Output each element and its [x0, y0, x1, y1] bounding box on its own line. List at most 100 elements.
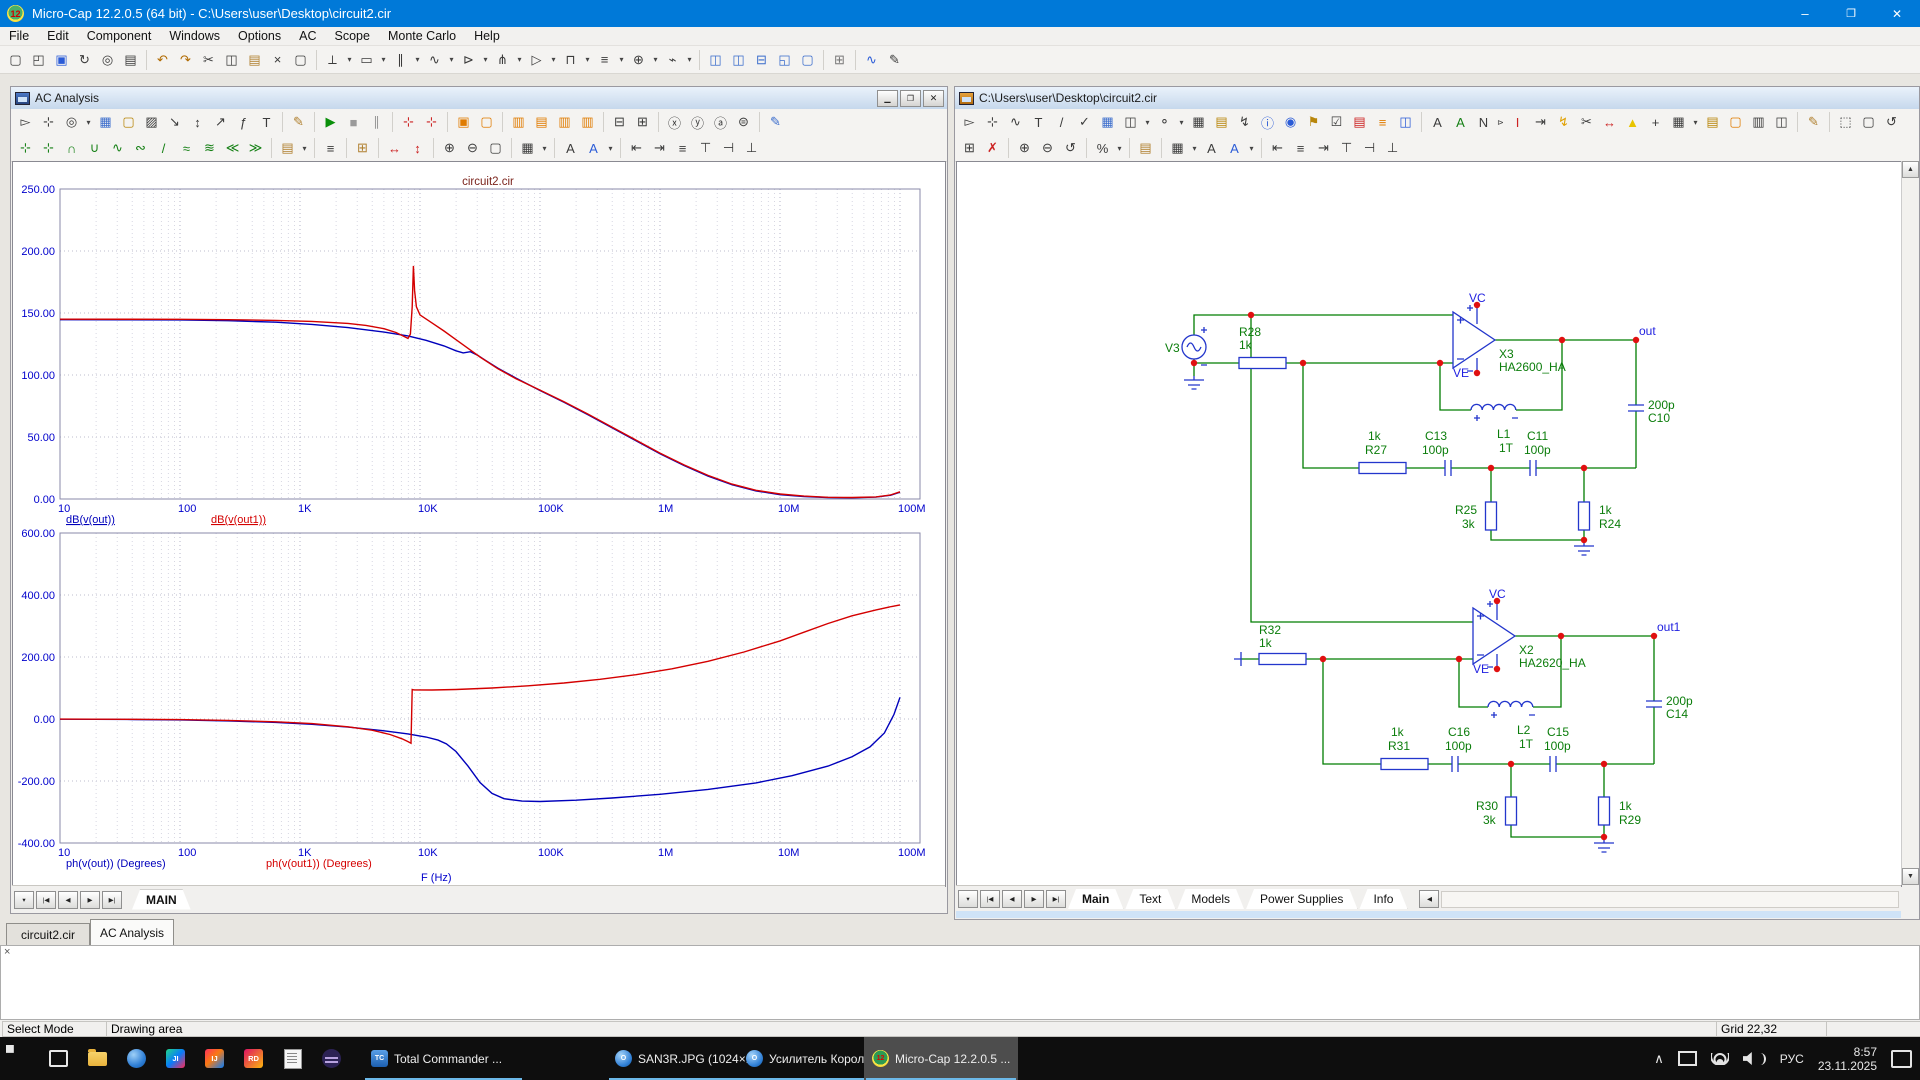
- inductor-l1[interactable]: [1471, 404, 1516, 410]
- switch-dropdown[interactable]: ▾: [684, 49, 695, 70]
- align-right-icon[interactable]: ⇥: [1312, 138, 1335, 159]
- ground-icon[interactable]: ⟂: [321, 49, 344, 70]
- opamp-icon[interactable]: ▷: [525, 49, 548, 70]
- inflection-icon[interactable]: /: [152, 138, 175, 159]
- open-file-icon[interactable]: ◰: [27, 49, 50, 70]
- global-high-icon[interactable]: ≈: [175, 138, 198, 159]
- cursor-right-icon[interactable]: ⊹: [37, 138, 60, 159]
- checkbox-icon[interactable]: ☑: [1325, 112, 1348, 133]
- graph-paper-icon[interactable]: ▨: [140, 112, 163, 133]
- analysis-plot-icon[interactable]: ∿: [860, 49, 883, 70]
- font-icon[interactable]: A: [1200, 138, 1223, 159]
- tile-horizontal-icon[interactable]: ⊟: [750, 49, 773, 70]
- first-page-button[interactable]: |◀: [36, 891, 56, 909]
- point-tag-icon[interactable]: ↗: [209, 112, 232, 133]
- diagonal-wire-icon[interactable]: /: [1050, 112, 1073, 133]
- intellij-idea-icon[interactable]: IJ: [195, 1037, 234, 1080]
- state-variables-icon[interactable]: ⊞: [351, 138, 374, 159]
- overlap-icon[interactable]: ◱: [773, 49, 796, 70]
- baseline-icon[interactable]: ▥: [576, 112, 599, 133]
- plot-area[interactable]: 250.00200.00150.00100.0050.000.00101001K…: [12, 161, 946, 887]
- save-icon[interactable]: ▣: [50, 49, 73, 70]
- scale-x-icon[interactable]: ↔: [383, 138, 406, 159]
- sine-source-icon[interactable]: ⊕: [627, 49, 650, 70]
- menu-item-options[interactable]: Options: [229, 29, 290, 43]
- align-top-icon[interactable]: ⊤: [1335, 138, 1358, 159]
- menu-item-scope[interactable]: Scope: [326, 29, 379, 43]
- copy-image-icon[interactable]: ▦: [94, 112, 117, 133]
- prev-page-button[interactable]: ◀: [1002, 890, 1022, 908]
- zoom-auto-icon[interactable]: ⓐ: [709, 112, 732, 133]
- last-page-button[interactable]: ▶|: [1046, 890, 1066, 908]
- battery-icon[interactable]: ≡: [593, 49, 616, 70]
- schematic-window-titlebar[interactable]: C:\Users\user\Desktop\circuit2.cir: [955, 87, 1919, 110]
- calculator-icon[interactable]: ⊞: [828, 49, 851, 70]
- resistor-r32[interactable]: [1259, 654, 1306, 665]
- undo-icon[interactable]: ↶: [151, 49, 174, 70]
- legend-ph(v(out)) (Degrees)[interactable]: ph(v(out)) (Degrees): [66, 858, 166, 870]
- font-color-dropdown[interactable]: ▾: [1246, 138, 1257, 159]
- text-panel[interactable]: ×: [0, 945, 1920, 1020]
- align-bottom-icon[interactable]: ⊥: [740, 138, 763, 159]
- title-block-icon[interactable]: ▢: [1724, 112, 1747, 133]
- capacitor-c13[interactable]: [1445, 460, 1451, 476]
- condition-display-icon[interactable]: ↯: [1552, 112, 1575, 133]
- pause-icon[interactable]: ∥: [365, 112, 388, 133]
- page-scroll-dropdown[interactable]: ▾: [958, 890, 978, 908]
- go-left-icon[interactable]: ≪: [221, 138, 244, 159]
- next-page-button[interactable]: ▶: [80, 891, 100, 909]
- tab-main[interactable]: Main: [1068, 889, 1123, 909]
- inductor-icon[interactable]: ∿: [423, 49, 446, 70]
- pick-icon[interactable]: ✓: [1073, 112, 1096, 133]
- edit-analysis-icon[interactable]: ✎: [883, 49, 906, 70]
- align-middle-icon[interactable]: ⊣: [717, 138, 740, 159]
- cursor-left-icon[interactable]: ⊹: [14, 138, 37, 159]
- horizontal-axis-grids-icon[interactable]: ▥: [507, 112, 530, 133]
- prev-page-button[interactable]: ◀: [58, 891, 78, 909]
- picture-icon[interactable]: ▦: [1096, 112, 1119, 133]
- language-indicator[interactable]: РУС: [1780, 1052, 1804, 1066]
- cross-area-icon[interactable]: ↔: [1598, 112, 1621, 133]
- scroll-down-button[interactable]: ▼: [1902, 868, 1919, 885]
- node-snap-dropdown[interactable]: ▾: [1176, 112, 1187, 133]
- curve-dB(v(out1))[interactable]: [60, 266, 900, 498]
- menu-item-windows[interactable]: Windows: [160, 29, 229, 43]
- menu-item-component[interactable]: Component: [78, 29, 161, 43]
- vertical-scrollbar[interactable]: ▲ ▼: [1901, 161, 1918, 885]
- link-icon[interactable]: ◫: [1770, 112, 1793, 133]
- resistor-r25[interactable]: [1486, 502, 1497, 530]
- edit-limits-icon[interactable]: ✎: [764, 112, 787, 133]
- opamp-dropdown[interactable]: ▾: [548, 49, 559, 70]
- zoom-in-icon[interactable]: ⊕: [438, 138, 461, 159]
- legend-dB(v(out))[interactable]: dB(v(out)): [66, 514, 115, 526]
- transistor-icon[interactable]: ⋔: [491, 49, 514, 70]
- curve-ph(v(out)) (Degrees)[interactable]: [60, 697, 900, 801]
- inductor-l2[interactable]: [1488, 701, 1533, 707]
- zoom-x-icon[interactable]: ⓧ: [663, 112, 686, 133]
- paste-page-icon[interactable]: ▤: [1134, 138, 1157, 159]
- properties-icon[interactable]: ✎: [287, 112, 310, 133]
- select-all-icon[interactable]: ▢: [289, 49, 312, 70]
- info-mode-icon[interactable]: ⓘ: [1256, 112, 1279, 133]
- zoom-out-icon[interactable]: ⊖: [1036, 138, 1059, 159]
- box-select-icon[interactable]: ⬚: [1834, 112, 1857, 133]
- menu-item-file[interactable]: File: [0, 29, 38, 43]
- horizontal-scrollbar[interactable]: [1441, 891, 1899, 908]
- view-mode-dropdown[interactable]: ▾: [1189, 138, 1200, 159]
- start-button[interactable]: [0, 1037, 39, 1080]
- zoom-percent-icon[interactable]: %: [1091, 138, 1114, 159]
- align-bottom-icon[interactable]: ⊥: [1381, 138, 1404, 159]
- text-mode-icon[interactable]: T: [255, 112, 278, 133]
- legend-ph(v(out1)) (Degrees)[interactable]: ph(v(out1)) (Degrees): [266, 858, 372, 870]
- peak-icon[interactable]: ∩: [60, 138, 83, 159]
- redo-icon[interactable]: ↷: [174, 49, 197, 70]
- select-mode-icon[interactable]: ▻: [958, 112, 981, 133]
- ac-minimize-button[interactable]: [877, 90, 898, 107]
- notifications-button[interactable]: [1891, 1050, 1912, 1068]
- resistor-dropdown[interactable]: ▾: [378, 49, 389, 70]
- resistor-r24[interactable]: [1579, 502, 1590, 530]
- bolt-icon[interactable]: ↯: [1233, 112, 1256, 133]
- wire-mode-icon[interactable]: ∿: [1004, 112, 1027, 133]
- zoom-in-icon[interactable]: ⊕: [1013, 138, 1036, 159]
- taskbar-micro-cap[interactable]: 12Micro-Cap 12.2.0.5 ...: [864, 1037, 1018, 1080]
